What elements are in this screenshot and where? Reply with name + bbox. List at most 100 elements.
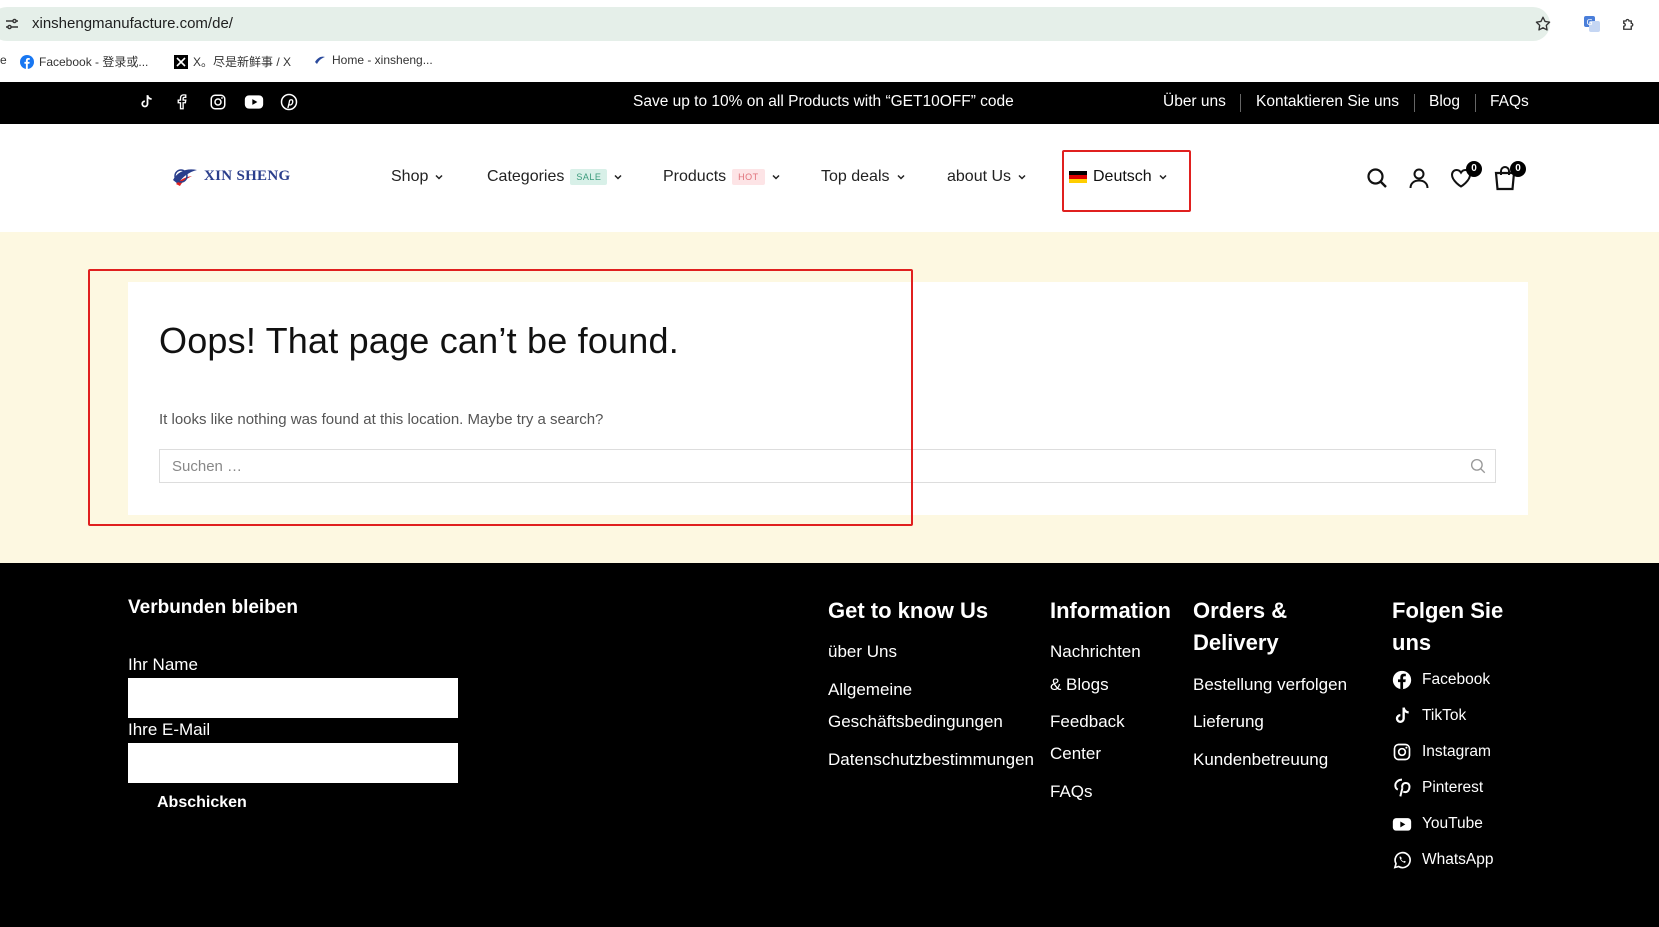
footer-column-title: Delivery (1193, 630, 1279, 655)
bookmark-label: X。尽是新鲜事 / X (193, 55, 292, 69)
nav-label: Categories (487, 168, 565, 185)
divider (1414, 94, 1415, 112)
top-link-blog[interactable]: Blog (1429, 93, 1460, 111)
nav-products[interactable]: Products HOT (663, 168, 781, 186)
email-field[interactable] (128, 743, 458, 783)
tiktok-icon[interactable] (137, 93, 155, 111)
search-submit-icon[interactable] (1469, 457, 1487, 475)
footer-column-title: Orders & (1193, 598, 1288, 623)
follow-tiktok[interactable]: TikTok (1392, 706, 1466, 726)
footer-link-about[interactable]: über Uns (828, 636, 897, 668)
submit-button[interactable]: Abschicken (157, 794, 247, 812)
follow-label: Facebook (1422, 671, 1491, 688)
facebook-icon (1392, 670, 1412, 690)
svg-text:G: G (1587, 18, 1593, 27)
follow-whatsapp[interactable]: WhatsApp (1392, 850, 1494, 870)
chevron-down-icon (896, 172, 906, 182)
follow-label: TikTok (1422, 707, 1467, 724)
footer-link-terms-2[interactable]: Geschäftsbedingungen (828, 706, 1003, 738)
nav-top-deals[interactable]: Top deals (821, 168, 906, 186)
promo-text: Save up to 10% on all Products with “GET… (633, 93, 1014, 110)
whatsapp-icon (1392, 850, 1412, 870)
top-link-contact[interactable]: Kontaktieren Sie uns (1256, 93, 1399, 111)
footer-link-delivery[interactable]: Lieferung (1193, 706, 1264, 738)
announcement-bar: Save up to 10% on all Products with “GET… (0, 82, 1659, 124)
translate-icon[interactable]: G (1583, 15, 1601, 33)
nav-label: Shop (391, 168, 429, 185)
divider (1475, 94, 1476, 112)
nav-label: Products (663, 168, 727, 185)
nav-label: Top deals (821, 168, 890, 185)
newsletter-title: Verbunden bleiben (128, 597, 298, 618)
chevron-down-icon (613, 172, 623, 182)
pinterest-icon[interactable] (280, 93, 298, 111)
divider (1240, 94, 1241, 112)
search-icon[interactable] (1365, 166, 1389, 190)
bookmark-overflow: e (0, 53, 7, 67)
sale-badge: SALE (570, 169, 608, 185)
instagram-icon (1392, 742, 1412, 762)
account-icon[interactable] (1407, 166, 1431, 190)
cart-count-badge: 0 (1510, 161, 1526, 177)
facebook-icon (20, 54, 34, 69)
follow-label: Pinterest (1422, 779, 1484, 796)
footer-link-terms-1[interactable]: Allgemeine (828, 674, 912, 706)
language-highlight-box (1062, 150, 1191, 212)
footer-link-support[interactable]: Kundenbetreuung (1193, 744, 1328, 776)
follow-youtube[interactable]: YouTube (1392, 814, 1483, 834)
footer-link-blogs[interactable]: & Blogs (1050, 669, 1109, 701)
chevron-down-icon (771, 172, 781, 182)
footer-link-track-order[interactable]: Bestellung verfolgen (1193, 669, 1347, 701)
footer-link-center[interactable]: Center (1050, 738, 1101, 770)
follow-label: YouTube (1422, 815, 1483, 832)
name-field[interactable] (128, 678, 458, 718)
footer-link-feedback[interactable]: Feedback (1050, 706, 1125, 738)
nav-label: about Us (947, 168, 1012, 185)
chevron-down-icon (434, 172, 444, 182)
follow-pinterest[interactable]: Pinterest (1392, 778, 1483, 798)
follow-instagram[interactable]: Instagram (1392, 742, 1491, 762)
footer-link-privacy[interactable]: Datenschutzbestimmungen (828, 744, 1034, 776)
address-bar-row: xinshengmanufacture.com/de/ G (0, 6, 1659, 42)
bookmark-x[interactable]: X。尽是新鲜事 / X (174, 53, 291, 70)
nav-categories[interactable]: Categories SALE (487, 168, 623, 186)
site-header: XIN SHENG Shop Categories SALE Products … (0, 124, 1659, 232)
follow-label: Instagram (1422, 743, 1491, 760)
footer-column-title: Get to know Us (828, 598, 989, 623)
chevron-down-icon (1017, 172, 1027, 182)
browser-chrome: xinshengmanufacture.com/de/ G e Facebook… (0, 0, 1659, 82)
top-link-about[interactable]: Über uns (1163, 93, 1226, 111)
youtube-icon (1392, 814, 1412, 834)
tiktok-icon (1392, 706, 1412, 726)
wishlist-count-badge: 0 (1466, 161, 1482, 177)
follow-facebook[interactable]: Facebook (1392, 670, 1490, 690)
instagram-icon[interactable] (209, 93, 227, 111)
nav-shop[interactable]: Shop (391, 168, 444, 186)
bookmark-star-icon[interactable] (1534, 15, 1552, 33)
xinsheng-favicon-icon (313, 53, 327, 67)
logo-text: XIN SHENG (204, 167, 291, 184)
name-label: Ihr Name (128, 655, 198, 674)
bookmark-facebook[interactable]: Facebook - 登录或... (20, 53, 148, 70)
top-link-faqs[interactable]: FAQs (1490, 93, 1529, 111)
bookmarks-bar: e Facebook - 登录或... X。尽是新鲜事 / X Home - x… (0, 50, 1659, 74)
facebook-icon[interactable] (173, 93, 191, 111)
email-label: Ihre E-Mail (128, 720, 211, 739)
footer-column-title: uns (1392, 630, 1432, 655)
site-logo[interactable]: XIN SHENG (170, 164, 290, 188)
site-info-icon[interactable] (4, 16, 20, 32)
pinterest-icon (1392, 778, 1412, 798)
youtube-icon[interactable] (244, 93, 264, 111)
x-logo-icon (174, 54, 188, 69)
extensions-icon[interactable] (1620, 15, 1638, 33)
url-text[interactable]: xinshengmanufacture.com/de/ (32, 15, 233, 32)
error-highlight-box (88, 269, 913, 526)
footer-link-faqs[interactable]: FAQs (1050, 776, 1093, 808)
footer-column-title: Information (1050, 598, 1171, 623)
site-footer: Verbunden bleiben Ihr Name Ihre E-Mail A… (0, 563, 1659, 927)
footer-column-title: Folgen Sie (1392, 598, 1504, 623)
bookmark-xinsheng[interactable]: Home - xinsheng... (313, 53, 433, 67)
nav-about-us[interactable]: about Us (947, 168, 1027, 186)
footer-link-news[interactable]: Nachrichten (1050, 636, 1141, 668)
hot-badge: HOT (732, 169, 765, 185)
